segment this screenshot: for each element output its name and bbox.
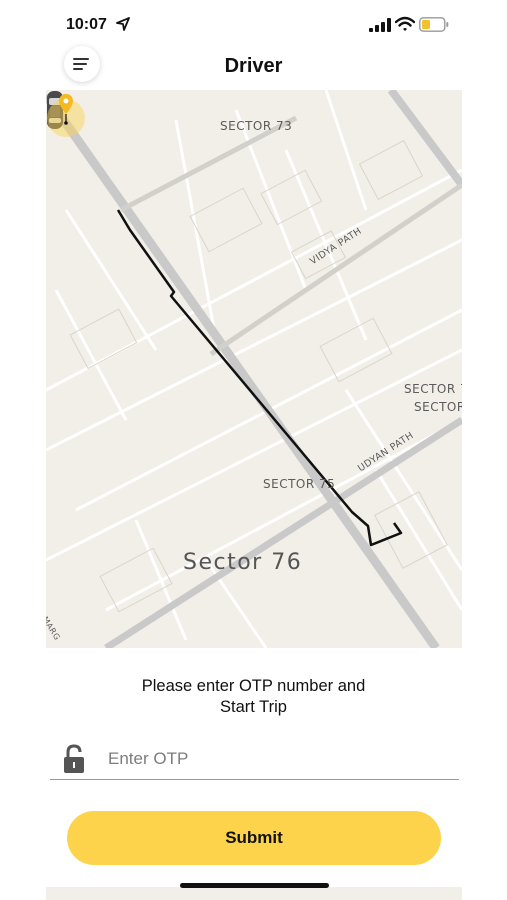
page-title: Driver (224, 55, 283, 77)
home-indicator (180, 883, 329, 888)
location-arrow-icon (116, 17, 130, 31)
otp-input[interactable] (108, 744, 456, 774)
submit-button[interactable]: Submit (67, 811, 441, 865)
map-label-sector-7: SECTOR 7 (404, 382, 462, 396)
wifi-icon (395, 16, 415, 31)
signal-icon (369, 18, 391, 32)
otp-instructions-line-2: Start Trip (220, 698, 287, 716)
destination-pin-icon[interactable] (46, 90, 86, 138)
battery-icon (419, 17, 449, 32)
map-label-sector-73: SECTOR 73 (220, 119, 293, 133)
map-label-sector: SECTOR (414, 400, 462, 414)
lock-open-icon (64, 744, 84, 773)
otp-input-underline (50, 779, 459, 780)
map-peek (46, 887, 462, 900)
map-label-sector-75: SECTOR 75 (263, 477, 336, 491)
otp-instructions: Please enter OTP number and Start Trip (0, 676, 507, 718)
status-time: 10:07 (66, 16, 107, 33)
map-label-sector-76: Sector 76 (183, 550, 303, 575)
otp-instructions-line-1: Please enter OTP number and (141, 677, 366, 695)
status-bar: 10:07 (0, 0, 507, 50)
map-view[interactable]: SECTOR 73 VIDYA PATH SECTOR 7 SECTOR UDY… (46, 90, 462, 648)
